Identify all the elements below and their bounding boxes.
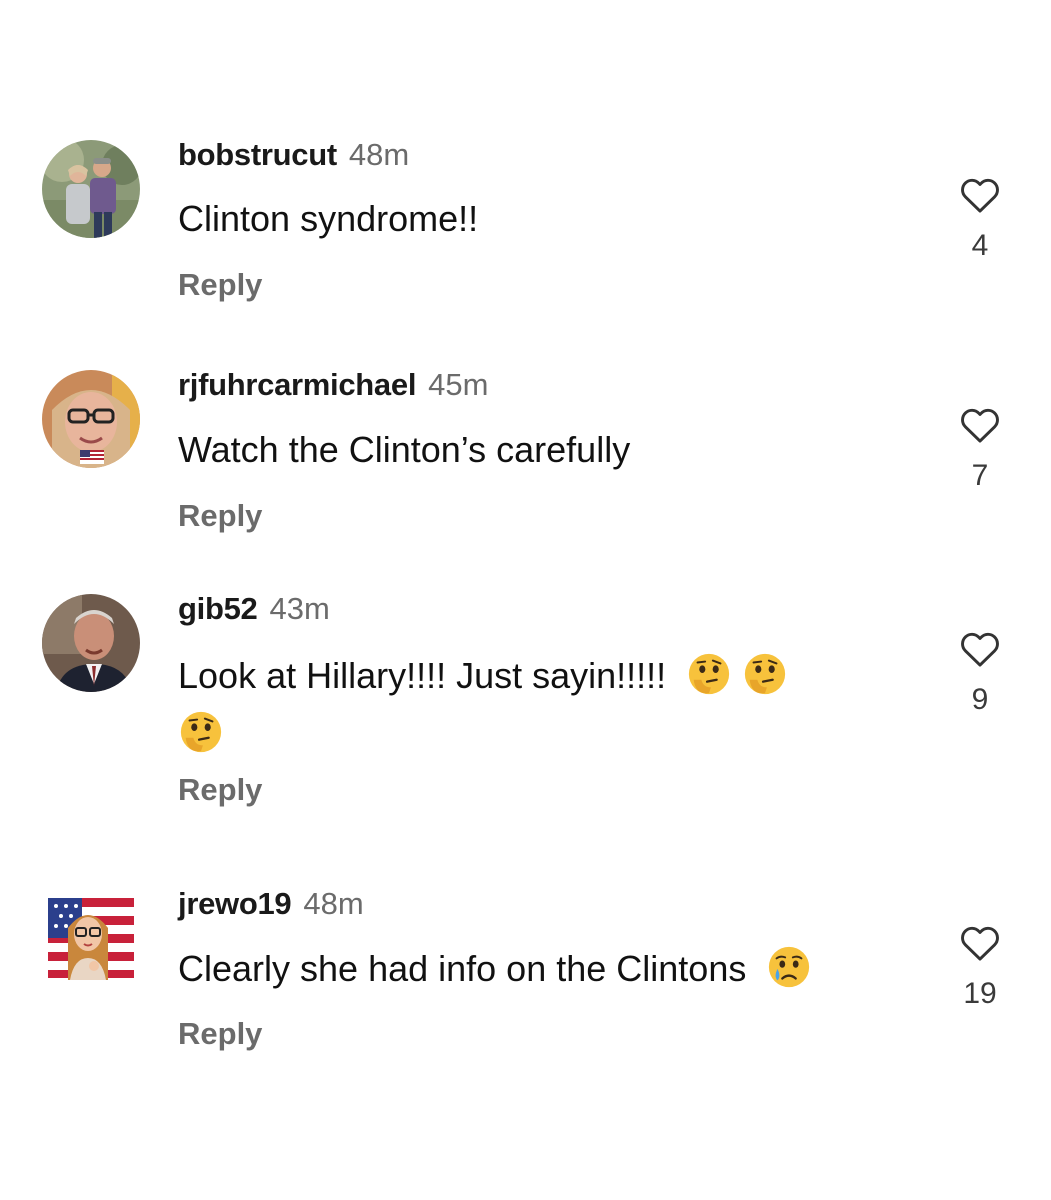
avatar-bitmoji-flag	[42, 888, 140, 986]
username[interactable]: jrewo19	[178, 886, 292, 921]
username[interactable]: bobstrucut	[178, 137, 337, 172]
thinking-face-emoji	[745, 654, 786, 695]
avatar[interactable]	[42, 140, 140, 238]
sad-but-relieved-face-emoji	[769, 947, 810, 988]
username[interactable]: rjfuhrcarmichael	[178, 367, 416, 402]
thinking-face-emoji	[689, 654, 730, 695]
comment-meta: gib52 43m	[178, 591, 330, 627]
comment-text-line: Look at Hillary!!!! Just sayin!!!!!	[178, 655, 667, 696]
avatar-couple-photo	[42, 140, 140, 238]
avatar[interactable]	[42, 370, 140, 468]
timestamp: 43m	[269, 591, 330, 626]
reply-button[interactable]: Reply	[178, 1016, 262, 1052]
avatar[interactable]	[42, 594, 140, 692]
timestamp: 45m	[428, 367, 489, 402]
heart-outline-icon[interactable]	[959, 924, 1001, 962]
avatar-woman-glasses-photo	[42, 370, 140, 468]
timestamp: 48m	[303, 886, 364, 921]
comment-meta: rjfuhrcarmichael 45m	[178, 367, 488, 403]
comment-meta: bobstrucut 48m	[178, 137, 409, 173]
heart-outline-icon[interactable]	[959, 406, 1001, 444]
reply-button[interactable]: Reply	[178, 772, 262, 808]
thinking-face-emoji	[180, 712, 222, 753]
heart-outline-icon[interactable]	[959, 630, 1001, 668]
avatar[interactable]	[42, 888, 140, 986]
avatar-man-suit-photo	[42, 594, 140, 692]
like-count: 4	[971, 229, 989, 262]
like-count: 19	[963, 977, 997, 1010]
heart-outline-icon[interactable]	[959, 176, 1001, 214]
comment-text-line: Clearly she had info on the Clintons	[178, 948, 747, 989]
reply-button[interactable]: Reply	[178, 498, 262, 534]
comment-meta: jrewo19 48m	[178, 886, 364, 922]
comment-text: Clearly she had info on the Clintons	[178, 940, 898, 998]
like-count: 9	[971, 683, 989, 716]
reply-button[interactable]: Reply	[178, 267, 262, 303]
comment-text: Watch the Clinton’s carefully	[178, 429, 631, 470]
comment-text: Look at Hillary!!!! Just sayin!!!!!	[178, 647, 898, 763]
like-control: 9	[950, 630, 1010, 718]
like-count: 7	[971, 459, 989, 492]
username[interactable]: gib52	[178, 591, 258, 626]
like-control: 7	[950, 406, 1010, 494]
like-control: 19	[950, 924, 1010, 1012]
like-control: 4	[950, 176, 1010, 264]
timestamp: 48m	[348, 137, 410, 172]
comment-text: Clinton syndrome!!	[178, 198, 479, 239]
